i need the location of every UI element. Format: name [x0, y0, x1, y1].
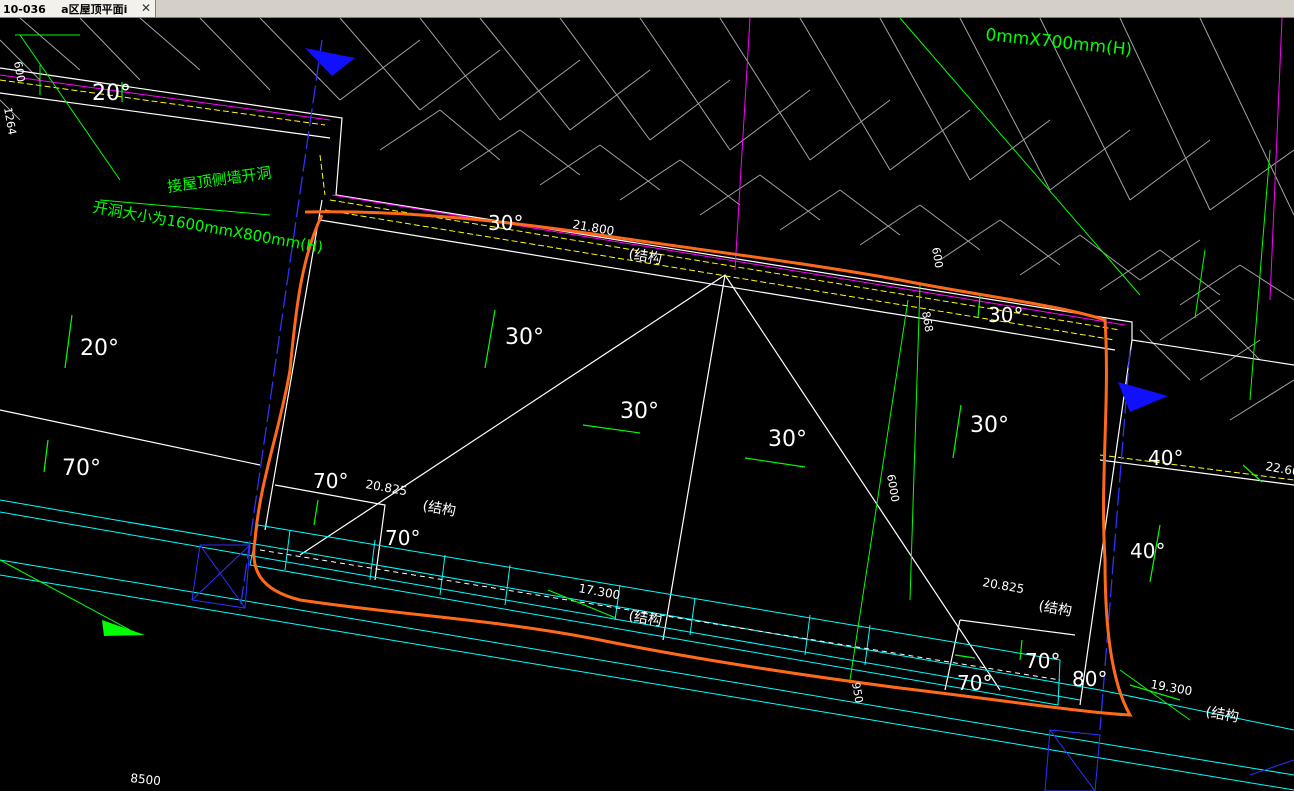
slope-70-a: 70°	[313, 469, 348, 493]
slope-top-left: 20°	[92, 81, 131, 106]
wall-outlines	[0, 67, 1294, 706]
dim-8500: 8500	[130, 771, 162, 788]
struct-right: (结构	[1037, 598, 1073, 620]
tab-drawing[interactable]: 10-036 a区屋顶平面i ✕	[0, 0, 156, 17]
level-17300: 17.300	[577, 581, 621, 602]
tab-title: 10-036 a区屋顶平面i	[3, 2, 128, 16]
level-20825-right: 20.825	[981, 575, 1025, 596]
slope-top-right: 30°	[988, 303, 1023, 327]
north-arrow-icon	[102, 620, 145, 636]
slope-70-b: 70°	[385, 526, 420, 550]
slope-70-d: 70°	[957, 671, 992, 695]
grid-lines	[239, 39, 1131, 731]
level-19300: 19.300	[1149, 677, 1193, 698]
magenta-lines	[0, 18, 1283, 326]
eave-bands	[0, 499, 1294, 791]
dim-868: 868	[919, 310, 935, 333]
dim-950: 950	[849, 681, 865, 704]
document-tab-bar: 10-036 a区屋顶平面i ✕	[0, 0, 1294, 18]
note-line-2: 开洞大小为1600mmX800mm(H)	[91, 198, 324, 256]
drawing-canvas[interactable]: 0mmX700mm(H) 600 1264 20° 接屋顶侧墙开洞 开洞大小为1…	[0, 18, 1294, 791]
slope-center-2: 30°	[620, 399, 659, 424]
struct-bottom: (结构	[627, 608, 663, 630]
dim-left-top: 600	[11, 60, 27, 83]
dim-6000: 6000	[884, 473, 902, 503]
slope-left-low: 70°	[62, 456, 101, 481]
close-icon[interactable]: ✕	[141, 1, 151, 15]
slope-right-edge-top: 40°	[1148, 446, 1183, 470]
note-line-1: 接屋顶侧墙开洞	[166, 164, 272, 196]
axis-markers	[305, 48, 1168, 412]
struct-left: (结构	[421, 498, 457, 520]
dim-left-2: 1264	[1, 106, 19, 136]
level-20825-left: 20.825	[364, 477, 408, 498]
column-symbols	[191, 544, 1294, 791]
level-right-edge: 22.60	[1264, 459, 1294, 479]
dim-600-top: 600	[929, 246, 945, 269]
struct-top: (结构	[627, 246, 663, 268]
slope-70-c: 70°	[1025, 649, 1060, 673]
struct-bottom-right: (结构	[1204, 704, 1240, 726]
slope-top-edge: 30°	[488, 211, 523, 235]
slope-80: 80°	[1072, 667, 1107, 691]
slope-center-3: 30°	[768, 427, 807, 452]
slope-right-lower: 40°	[1130, 539, 1165, 563]
slope-center-1: 30°	[505, 325, 544, 350]
slope-left-mid: 20°	[80, 336, 119, 361]
slope-right-mid: 30°	[970, 413, 1009, 438]
